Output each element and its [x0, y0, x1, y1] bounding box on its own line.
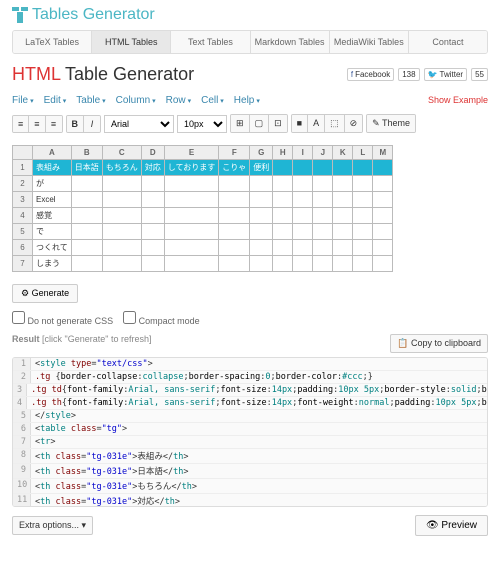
twitter-count: 55	[471, 68, 488, 81]
menu-column[interactable]: Column	[116, 95, 156, 106]
fill-color-button[interactable]: ■	[292, 115, 308, 132]
tab-markdown-tables[interactable]: Markdown Tables	[251, 31, 330, 53]
merge-button[interactable]: ⬚	[325, 115, 345, 132]
tab-text-tables[interactable]: Text Tables	[171, 31, 250, 53]
opt-no-css-checkbox[interactable]	[12, 311, 25, 324]
extra-options-button[interactable]: Extra options... ▾	[12, 516, 93, 535]
logo-icon	[12, 7, 28, 23]
italic-button[interactable]: I	[84, 116, 100, 132]
logo-text: Tables Generator	[32, 6, 155, 24]
tab-contact[interactable]: Contact	[409, 31, 487, 53]
toolbar: ≡≡≡ BI Arial 10px ⊞▢⊡ ■A⬚⊘ ✎ Theme	[0, 110, 500, 137]
text-color-button[interactable]: A	[308, 115, 325, 132]
border-outer-button[interactable]: ▢	[250, 115, 270, 132]
opt-compact-checkbox[interactable]	[123, 311, 136, 324]
border-all-button[interactable]: ⊞	[231, 115, 250, 132]
logo[interactable]: Tables Generator	[12, 6, 155, 24]
align-right-button[interactable]: ≡	[46, 116, 62, 132]
social: f Facebook 138 🐦 Twitter55	[347, 68, 488, 81]
generate-button[interactable]: ⚙ Generate	[12, 284, 78, 303]
menu-row[interactable]: Row	[166, 95, 191, 106]
twitter-button[interactable]: 🐦 Twitter	[424, 68, 468, 81]
menu-table[interactable]: Table	[76, 95, 105, 106]
bold-button[interactable]: B	[67, 116, 85, 132]
menu-edit[interactable]: Edit	[44, 95, 67, 106]
code-output[interactable]: 1<style type="text/css">2.tg {border-col…	[12, 357, 488, 507]
border-none-button[interactable]: ⊡	[269, 115, 287, 132]
menu-help[interactable]: Help	[234, 95, 260, 106]
header: Tables Generator	[0, 0, 500, 30]
clear-button[interactable]: ⊘	[345, 115, 363, 132]
tab-latex-tables[interactable]: LaTeX Tables	[13, 31, 92, 53]
opt-no-css[interactable]: Do not generate CSS	[12, 311, 113, 326]
tab-html-tables[interactable]: HTML Tables	[92, 31, 171, 53]
menu-bar: File Edit Table Column Row Cell Help	[12, 95, 260, 106]
theme-button[interactable]: ✎ Theme	[367, 115, 415, 132]
facebook-count: 138	[398, 68, 419, 81]
tab-mediawiki-tables[interactable]: MediaWiki Tables	[330, 31, 409, 53]
menu-file[interactable]: File	[12, 95, 34, 106]
opt-compact[interactable]: Compact mode	[123, 311, 200, 326]
align-center-button[interactable]: ≡	[29, 116, 45, 132]
copy-button[interactable]: 📋 Copy to clipboard	[390, 334, 488, 353]
menu-cell[interactable]: Cell	[201, 95, 224, 106]
fontsize-select[interactable]: 10px	[177, 115, 227, 133]
facebook-button[interactable]: f Facebook	[347, 68, 394, 81]
align-left-button[interactable]: ≡	[13, 116, 29, 132]
font-select[interactable]: Arial	[104, 115, 174, 133]
result-label: Result [click "Generate" to refresh]	[12, 334, 151, 353]
show-example-link[interactable]: Show Example	[428, 95, 488, 106]
spreadsheet[interactable]: ABCDEFGHIJKLM1表組み日本語もちろん対応しておりますこりゃ便利2が3…	[12, 145, 393, 272]
preview-button[interactable]: 👁 Preview	[415, 515, 488, 536]
nav-tabs: LaTeX TablesHTML TablesText TablesMarkdo…	[12, 30, 488, 54]
page-title: HTML Table Generator	[12, 64, 194, 85]
